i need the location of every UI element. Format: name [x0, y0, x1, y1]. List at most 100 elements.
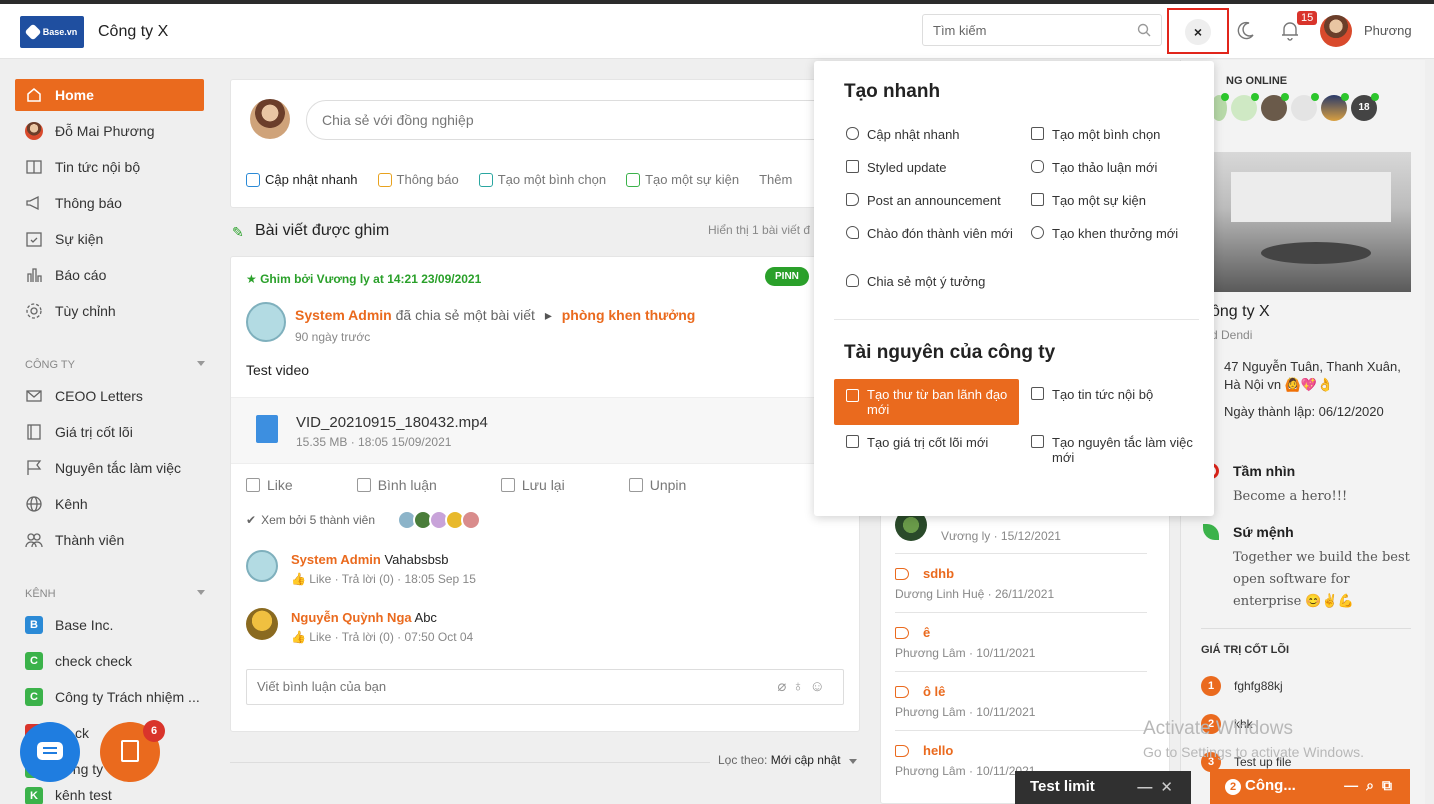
sidebar-item-core-values[interactable]: Giá trị cốt lõi	[15, 416, 204, 448]
quick-item-welcome-member[interactable]: Chào đón thành viên mới	[844, 226, 1019, 241]
divider	[895, 671, 1147, 672]
comment-meta: 👍 Like · Trả lời (0) · 07:50 Oct 04	[291, 630, 474, 644]
section-company-header[interactable]: CÔNG TY	[25, 359, 205, 371]
filter-select[interactable]: Lọc theo: Mới cập nhật	[718, 753, 857, 767]
sidebar-channel-check-check[interactable]: C check check	[15, 645, 204, 677]
comment-input[interactable]: Viết bình luận của bạn ⌀♁☺	[246, 669, 844, 705]
sidebar-item-news[interactable]: Tin tức nội bộ	[15, 151, 204, 183]
tab-poll[interactable]: Tạo một bình chọn	[478, 172, 606, 187]
like-button[interactable]: Like	[246, 477, 325, 493]
search-input[interactable]: Tìm kiếm	[922, 14, 1162, 46]
quick-item-announcement[interactable]: Post an announcement	[844, 193, 1019, 208]
comment-meta-text[interactable]: Like · Trả lời (0) · 18:05 Sep 15	[309, 572, 476, 586]
sidebar-item-ceoo-letters[interactable]: CEOO Letters	[15, 380, 204, 412]
seen-by[interactable]: ✔ Xem bởi 5 thành viên	[246, 510, 481, 530]
resource-item-core-value[interactable]: Tạo giá trị cốt lõi mới	[844, 435, 1019, 450]
chat-fab[interactable]	[20, 722, 80, 782]
tab-quick-update[interactable]: Cập nhật nhanh	[246, 172, 358, 187]
resource-item-leadership-letter[interactable]: Tạo thư từ ban lãnh đạo mới	[834, 379, 1019, 425]
resource-item-work-principle[interactable]: Tạo nguyên tắc làm việc mới	[1029, 435, 1204, 465]
chat-icon	[246, 172, 260, 187]
share-input[interactable]: Chia sẻ với đồng nghiệp	[306, 100, 866, 140]
tab-event[interactable]: Tạo một sự kiện	[626, 172, 739, 187]
users-icon	[25, 533, 43, 548]
sidebar-item-work-principles[interactable]: Nguyên tắc làm việc	[15, 452, 204, 484]
close-icon[interactable]: ✕	[1160, 779, 1181, 796]
announcement-title: ê	[923, 625, 931, 640]
sidebar-channel-cong-ty-trach-nhiem[interactable]: C Công ty Trách nhiệm ...	[15, 681, 204, 713]
paperclip-icon[interactable]: ⌀	[777, 678, 792, 695]
attachment[interactable]: VID_20210915_180432.mp4 15.35 MB · 18:05…	[231, 397, 859, 464]
comment-author[interactable]: Nguyễn Quỳnh Nga	[291, 610, 412, 625]
sidebar-item-profile[interactable]: Đỗ Mai Phương	[15, 115, 204, 147]
quick-item-idea[interactable]: Chia sẻ một ý tưởng	[844, 274, 1019, 289]
announcement-item[interactable]: ê Phương Lâm · 10/11/2021	[895, 625, 1035, 660]
announcement-item[interactable]: Vương ly · 15/12/2021	[941, 523, 1061, 543]
quick-item-quick-update[interactable]: Cập nhật nhanh	[844, 127, 1019, 142]
sidebar-channel-kenh-test[interactable]: K kênh test	[15, 787, 204, 804]
expand-icon[interactable]: ⧉	[1382, 777, 1400, 793]
sidebar-item-settings[interactable]: Tùy chỉnh	[15, 295, 204, 327]
pin-tag[interactable]: PINN	[765, 267, 809, 286]
chat-window-test-limit[interactable]: Test limit —✕	[1015, 771, 1191, 804]
avatar[interactable]	[1291, 93, 1319, 121]
chat-bubble-icon	[37, 742, 63, 760]
vision-title: Tầm nhìn	[1233, 463, 1296, 479]
resource-item-label: Tạo thư từ ban lãnh đạo mới	[867, 387, 1008, 417]
announcement-item[interactable]: ô lê Phương Lâm · 10/11/2021	[895, 684, 1035, 719]
search-icon[interactable]: ⌕	[1366, 777, 1382, 793]
chat-window-cong[interactable]: 2 Công... —⌕⧉	[1210, 769, 1410, 804]
chat-count: 2	[1225, 779, 1241, 795]
sidebar-item-members[interactable]: Thành viên	[15, 524, 204, 556]
sidebar-item-announcements[interactable]: Thông báo	[15, 187, 204, 219]
avatar[interactable]	[1321, 93, 1349, 121]
quick-item-award[interactable]: Tạo khen thưởng mới	[1029, 226, 1204, 241]
caret-right-icon: ▸	[544, 307, 552, 323]
channel-badge: B	[25, 616, 43, 634]
sidebar-item-home[interactable]: Home	[15, 79, 204, 111]
sidebar-item-events[interactable]: Sự kiện	[15, 223, 204, 255]
bulb-icon[interactable]: ♁	[792, 678, 809, 695]
quick-item-styled-update[interactable]: Styled update	[844, 160, 1019, 175]
base-logo[interactable]: Base.vn	[20, 16, 84, 48]
more-online[interactable]: 18	[1351, 93, 1379, 121]
sidebar-item-reports[interactable]: Báo cáo	[15, 259, 204, 291]
sidebar-item-label: Tin tức nội bộ	[55, 159, 141, 175]
announcement-item[interactable]: sdhb Dương Linh Huệ · 26/11/2021	[895, 566, 1054, 601]
comment-author[interactable]: System Admin	[291, 552, 381, 567]
save-button[interactable]: Lưu lại	[500, 477, 597, 493]
close-quick-create-highlight: ×	[1167, 8, 1229, 54]
post-author[interactable]: System Admin	[295, 307, 392, 323]
user-avatar[interactable]	[1320, 15, 1352, 47]
sidebar-channel-base-inc[interactable]: B Base Inc.	[15, 609, 204, 641]
avatar[interactable]	[1261, 93, 1289, 121]
minimize-icon[interactable]: —	[1344, 777, 1366, 793]
check-circle-icon: ✔	[246, 513, 257, 527]
close-button[interactable]: ×	[1185, 19, 1211, 45]
tasks-fab[interactable]: 6	[100, 720, 165, 782]
book-icon	[846, 435, 859, 448]
quick-item-discussion[interactable]: Tạo thảo luận mới	[1029, 160, 1204, 175]
sidebar-item-channels[interactable]: Kênh	[15, 488, 204, 520]
value-item[interactable]: 1 fghfg88kj	[1201, 676, 1283, 696]
minimize-icon[interactable]: —	[1137, 779, 1160, 796]
announcement-meta: Vương ly · 15/12/2021	[941, 529, 1061, 543]
comment-meta-text[interactable]: Like · Trả lời (0) · 07:50 Oct 04	[309, 630, 473, 644]
section-channel-header[interactable]: KÊNH	[25, 588, 205, 600]
user-name[interactable]: Phương	[1364, 23, 1412, 38]
chevron-down-icon	[197, 361, 205, 366]
quick-item-event[interactable]: Tạo một sự kiện	[1029, 193, 1204, 208]
smiley-icon[interactable]: ☺	[810, 678, 831, 695]
unpin-button[interactable]: Unpin	[628, 477, 719, 493]
tab-announcement[interactable]: Thông báo	[377, 172, 459, 187]
channel-badge: C	[25, 652, 43, 670]
quick-item-poll[interactable]: Tạo một bình chọn	[1029, 127, 1204, 142]
dark-mode-icon[interactable]	[1236, 20, 1256, 40]
resource-item-internal-news[interactable]: Tạo tin tức nội bộ	[1029, 387, 1204, 402]
vision-text: Become a hero!!!	[1233, 489, 1348, 504]
comment-button[interactable]: Bình luận	[356, 477, 469, 493]
tab-more[interactable]: Thêm	[759, 172, 792, 187]
channel-badge: C	[25, 688, 43, 706]
avatar[interactable]	[1231, 93, 1259, 121]
post-group[interactable]: phòng khen thưởng	[562, 307, 696, 323]
